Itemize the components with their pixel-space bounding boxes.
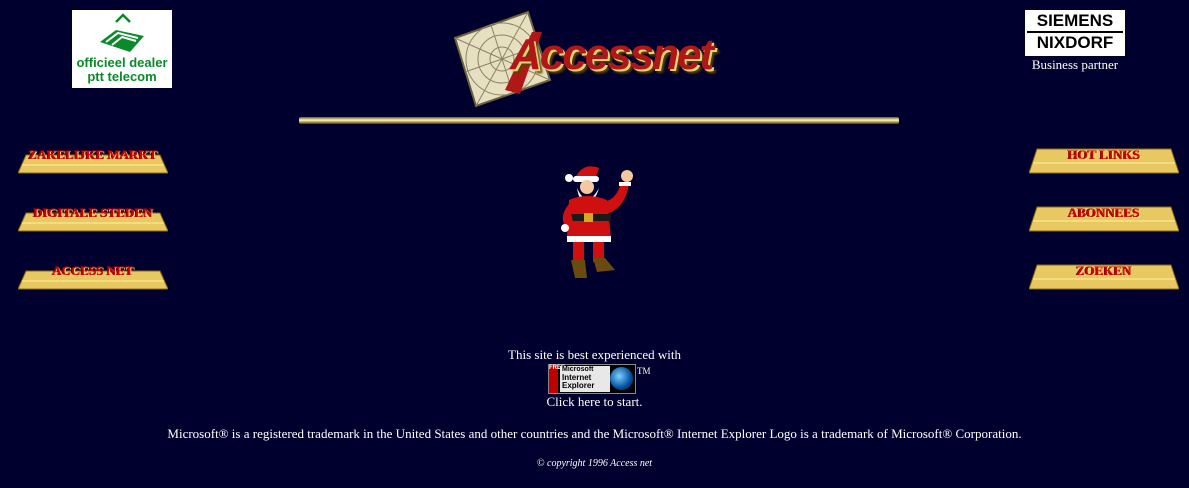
nav-label: ABONNEES — [1068, 205, 1140, 220]
nav-label: ZOEKEN — [1076, 263, 1132, 278]
free-label: FREE — [549, 365, 565, 393]
nav-abonnees-button[interactable]: ABONNEES — [1029, 203, 1179, 233]
ptt-telecom-text: ptt telecom — [87, 69, 157, 84]
nixdorf-text: NIXDORF — [1036, 33, 1114, 52]
ptt-dealer-text: officieel dealer — [76, 55, 168, 70]
trademark-notice: Microsoft® is a registered trademark in … — [167, 426, 1022, 441]
nav-hot-links-button[interactable]: HOT LINKS — [1029, 145, 1179, 175]
nav-digitale-steden-button[interactable]: DIGITALE STEDEN — [18, 203, 168, 233]
siemens-text: SIEMENS — [1036, 11, 1114, 30]
best-experienced-text: This site is best experienced with — [508, 347, 681, 362]
santa-claus-image — [561, 166, 633, 278]
business-partner-label: Business partner — [1031, 57, 1119, 72]
ie-globe-icon — [610, 367, 633, 390]
nav-label: HOT LINKS — [1067, 147, 1141, 162]
copyright-text: © copyright 1996 Access net — [536, 458, 653, 469]
ptt-telecom-dealer-logo[interactable]: officieel dealer ptt telecom — [72, 10, 172, 88]
nav-label: DIGITALE STEDEN — [33, 205, 153, 220]
click-here-link[interactable]: Click here to start. — [0, 394, 1189, 410]
nav-zakelijke-markt-button[interactable]: ZAKELIJKE MARKT — [18, 145, 168, 175]
header-divider — [299, 117, 899, 124]
trademark-symbol: TM — [637, 366, 651, 376]
accessnet-wordmark: Accessnet — [510, 30, 714, 79]
internet-explorer-badge[interactable]: FREE Microsoft Internet Explorer — [548, 364, 636, 394]
ie-badge-text: Microsoft Internet Explorer — [560, 366, 610, 392]
nav-label: ACCESS NET — [52, 263, 134, 278]
accessnet-logo: Accessnet — [450, 10, 750, 110]
ptt-logo-icon — [100, 13, 144, 52]
ie-line-explorer: Explorer — [562, 381, 595, 390]
nav-zoeken-button[interactable]: ZOEKEN — [1029, 261, 1179, 291]
siemens-nixdorf-logo[interactable]: SIEMENS NIXDORF — [1025, 10, 1125, 56]
nav-access-net-button[interactable]: ACCESS NET — [18, 261, 168, 291]
nav-label: ZAKELIJKE MARKT — [28, 147, 158, 162]
